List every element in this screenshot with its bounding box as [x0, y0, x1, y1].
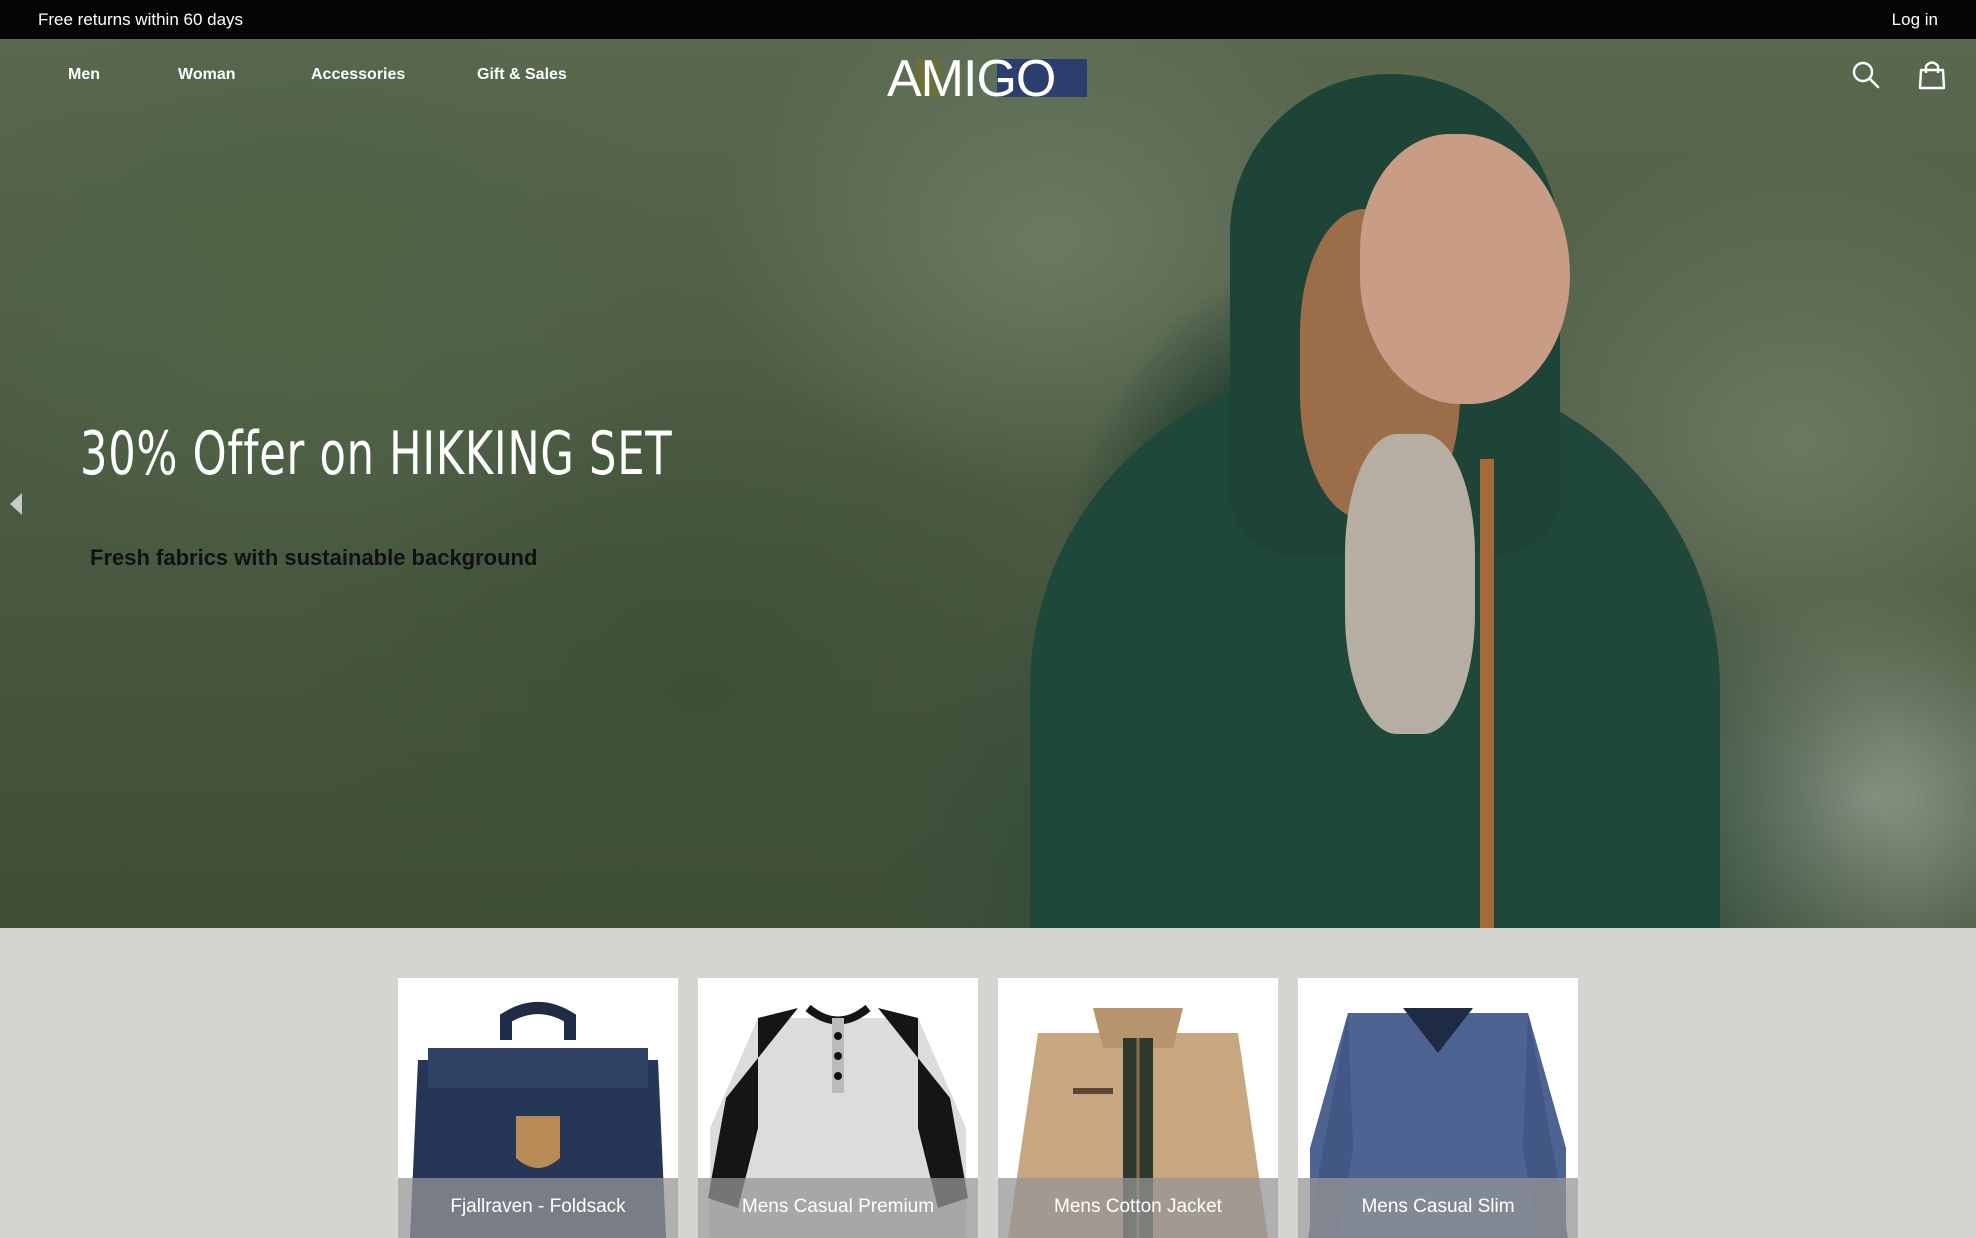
- product-card-casual-premium[interactable]: Mens Casual Premium: [698, 978, 978, 1238]
- product-card-casual-slim[interactable]: Mens Casual Slim: [1298, 978, 1578, 1238]
- product-name: Mens Casual Slim: [1298, 1178, 1578, 1238]
- shopping-bag-icon[interactable]: [1914, 57, 1950, 93]
- free-returns-text: Free returns within 60 days: [38, 10, 244, 29]
- product-row: Fjallraven - Foldsack Mens Casual Premiu…: [0, 928, 1976, 1238]
- nav-item-gift-sales[interactable]: Gift & Sales: [477, 66, 567, 84]
- site-logo[interactable]: AMIGO: [887, 49, 1087, 108]
- hero-title: 30% Offer on HIKKING SET: [80, 419, 673, 489]
- top-announcement-bar: Free returns within 60 days Log in: [0, 0, 1976, 39]
- nav-item-woman[interactable]: Woman: [178, 66, 235, 84]
- login-link[interactable]: Log in: [1892, 10, 1938, 30]
- logo-text: AMIGO: [887, 50, 1056, 108]
- hero-subtitle: Fresh fabrics with sustainable backgroun…: [90, 545, 538, 570]
- product-name: Mens Casual Premium: [698, 1178, 978, 1238]
- hero-image-zipper: [1480, 459, 1494, 928]
- hero-image-sweater: [1345, 434, 1475, 734]
- carousel-prev-arrow-icon[interactable]: [10, 493, 22, 515]
- product-name: Mens Cotton Jacket: [998, 1178, 1278, 1238]
- product-card-cotton-jacket[interactable]: Mens Cotton Jacket: [998, 978, 1278, 1238]
- search-icon[interactable]: [1848, 57, 1884, 93]
- nav-item-men[interactable]: Men: [68, 66, 100, 84]
- product-card-foldsack[interactable]: Fjallraven - Foldsack: [398, 978, 678, 1238]
- nav-item-accessories[interactable]: Accessories: [311, 66, 405, 84]
- hero-banner: Men Woman Accessories Gift & Sales AMIGO…: [0, 39, 1976, 928]
- product-name: Fjallraven - Foldsack: [398, 1178, 678, 1238]
